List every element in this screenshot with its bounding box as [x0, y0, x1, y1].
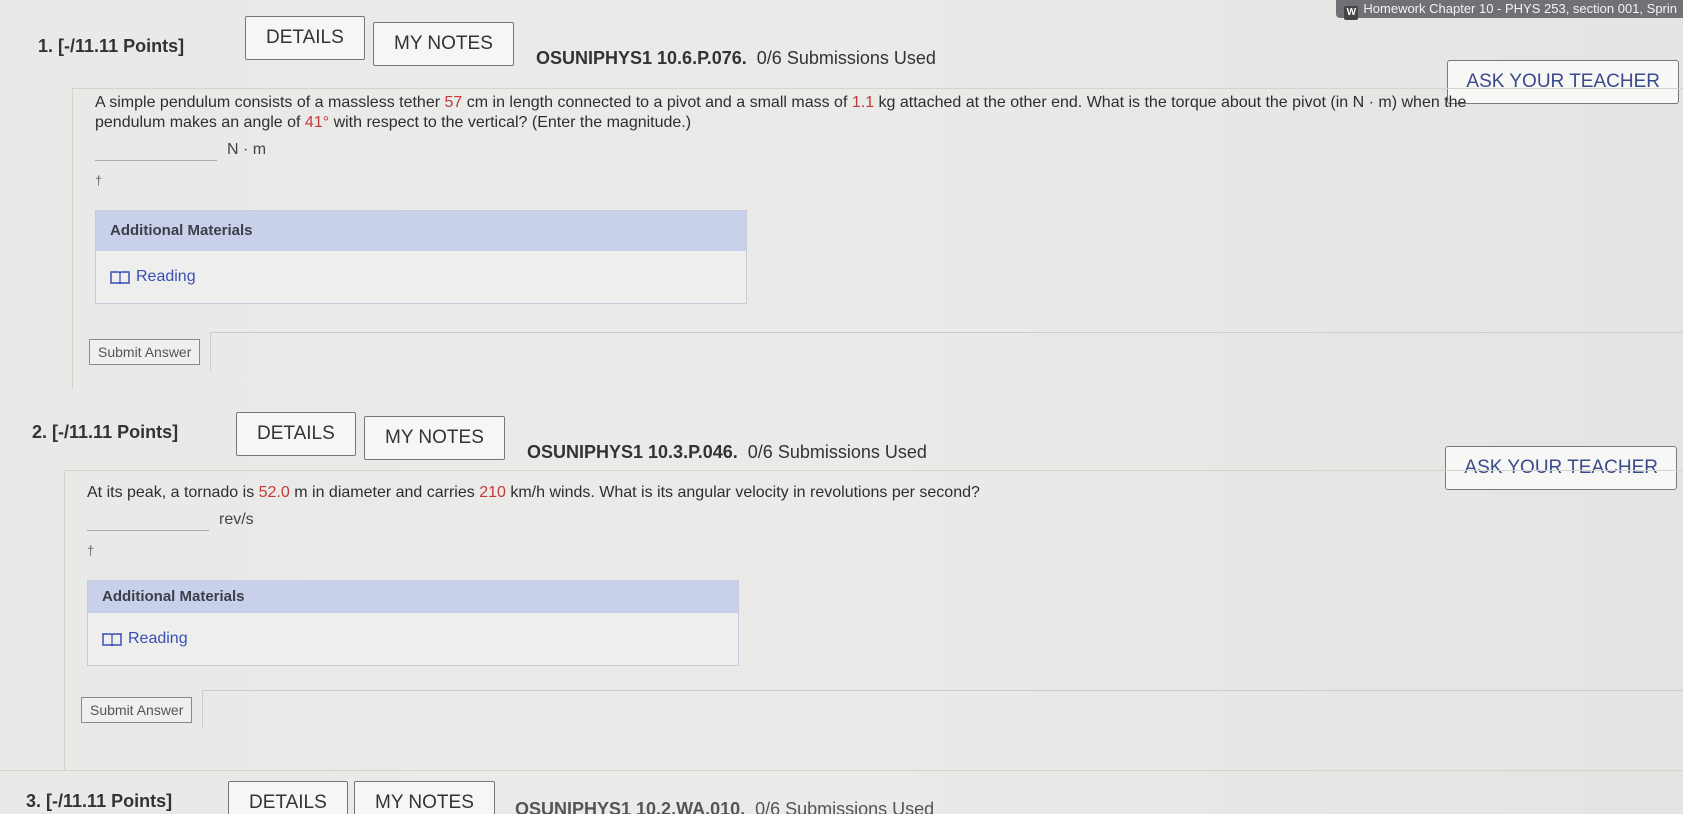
book-icon — [110, 271, 130, 284]
question-number: 3. — [26, 791, 42, 811]
submit-row: Submit Answer — [73, 332, 1683, 371]
divider — [210, 332, 1683, 371]
question-prompt: At its peak, a tornado is 52.0 m in diam… — [65, 471, 1683, 503]
answer-row: rev/s — [65, 507, 1683, 533]
answer-row: N · m — [73, 137, 1683, 163]
additional-materials-body: Reading — [88, 613, 738, 665]
details-button[interactable]: DETAILS — [245, 16, 365, 60]
question-header: 2. [-/11.11 Points] DETAILS MY NOTES OSU… — [0, 408, 1683, 490]
details-button[interactable]: DETAILS — [228, 781, 348, 814]
question-number-points: 1. [-/11.11 Points] — [38, 36, 184, 57]
prompt-value-length: 57 — [444, 94, 463, 111]
question-points: [-/11.11 Points] — [58, 36, 185, 56]
prompt-value-wind-speed: 210 — [479, 484, 506, 501]
question-code-line: OSUNIPHYS1 10.2.WA.010. 0/6 Submissions U… — [515, 799, 934, 814]
question-2: 2. [-/11.11 Points] DETAILS MY NOTES OSU… — [0, 408, 1683, 771]
question-body: At its peak, a tornado is 52.0 m in diam… — [64, 470, 1683, 771]
question-code: OSUNIPHYS1 10.3.P.046. — [527, 442, 738, 462]
answer-input[interactable] — [87, 509, 209, 531]
book-icon — [102, 633, 122, 646]
submissions-used: 0/6 Submissions Used — [756, 48, 936, 68]
reading-link[interactable]: Reading — [128, 630, 188, 648]
question-code-line: OSUNIPHYS1 10.3.P.046. 0/6 Submissions Us… — [527, 442, 927, 463]
question-points: [-/11.11 Points] — [52, 422, 179, 442]
prompt-text: cm in length connected to a pivot and a … — [462, 94, 852, 111]
prompt-text: At its peak, a tornado is — [87, 484, 259, 501]
additional-materials-body: Reading — [96, 251, 746, 303]
question-header: 1. [-/11.11 Points] DETAILS MY NOTES OSU… — [0, 14, 1683, 104]
dagger-mark: † — [95, 173, 103, 188]
prompt-text: m in diameter and carries — [289, 484, 480, 501]
prompt-text: with respect to the vertical? (Enter the… — [329, 114, 692, 131]
additional-materials-title: Additional Materials — [96, 211, 746, 251]
question-number-points: 2. [-/11.11 Points] — [32, 422, 178, 443]
question-number: 1. — [38, 36, 54, 56]
reading-link[interactable]: Reading — [136, 268, 196, 286]
my-notes-button[interactable]: MY NOTES — [354, 781, 495, 814]
submit-row: Submit Answer — [65, 690, 1683, 729]
prompt-value-diameter: 52.0 — [258, 484, 290, 501]
question-code-line: OSUNIPHYS1 10.6.P.076. 0/6 Submissions Us… — [536, 48, 936, 69]
dagger-mark: † — [87, 543, 95, 558]
prompt-value-mass: 1.1 — [851, 94, 875, 111]
question-1: 1. [-/11.11 Points] DETAILS MY NOTES OSU… — [0, 14, 1683, 389]
answer-unit: N · m — [227, 141, 267, 158]
submissions-used: 0/6 Submissions Used — [755, 799, 935, 814]
question-number: 2. — [32, 422, 48, 442]
prompt-text: km/h winds. What is its angular velocity… — [505, 484, 980, 501]
additional-materials-title: Additional Materials — [88, 581, 738, 613]
details-button[interactable]: DETAILS — [236, 412, 356, 456]
question-number-points: 3. [-/11.11 Points] — [26, 791, 172, 812]
submissions-used: 0/6 Submissions Used — [747, 442, 927, 462]
my-notes-button[interactable]: MY NOTES — [364, 416, 505, 460]
prompt-text: A simple pendulum consists of a massless… — [95, 94, 445, 111]
my-notes-button[interactable]: MY NOTES — [373, 22, 514, 66]
question-header: 3. [-/11.11 Points] DETAILS MY NOTES OSU… — [0, 771, 1683, 814]
question-prompt: A simple pendulum consists of a massless… — [73, 89, 1683, 133]
question-code: OSUNIPHYS1 10.6.P.076. — [536, 48, 747, 68]
additional-materials-panel: Additional Materials Reading — [95, 210, 747, 304]
answer-input[interactable] — [95, 139, 217, 161]
answer-unit: rev/s — [219, 511, 254, 528]
homework-page: W Homework Chapter 10 - PHYS 253, section… — [0, 0, 1683, 814]
question-code: OSUNIPHYS1 10.2.WA.010. — [515, 799, 746, 814]
question-points: [-/11.11 Points] — [46, 791, 173, 811]
question-body: A simple pendulum consists of a massless… — [72, 88, 1683, 389]
prompt-value-angle: 41° — [304, 114, 330, 131]
question-3: 3. [-/11.11 Points] DETAILS MY NOTES OSU… — [0, 770, 1683, 814]
divider — [202, 690, 1683, 729]
additional-materials-panel: Additional Materials Reading — [87, 580, 739, 666]
submit-answer-button[interactable]: Submit Answer — [89, 338, 201, 365]
submit-answer-button[interactable]: Submit Answer — [81, 696, 193, 723]
